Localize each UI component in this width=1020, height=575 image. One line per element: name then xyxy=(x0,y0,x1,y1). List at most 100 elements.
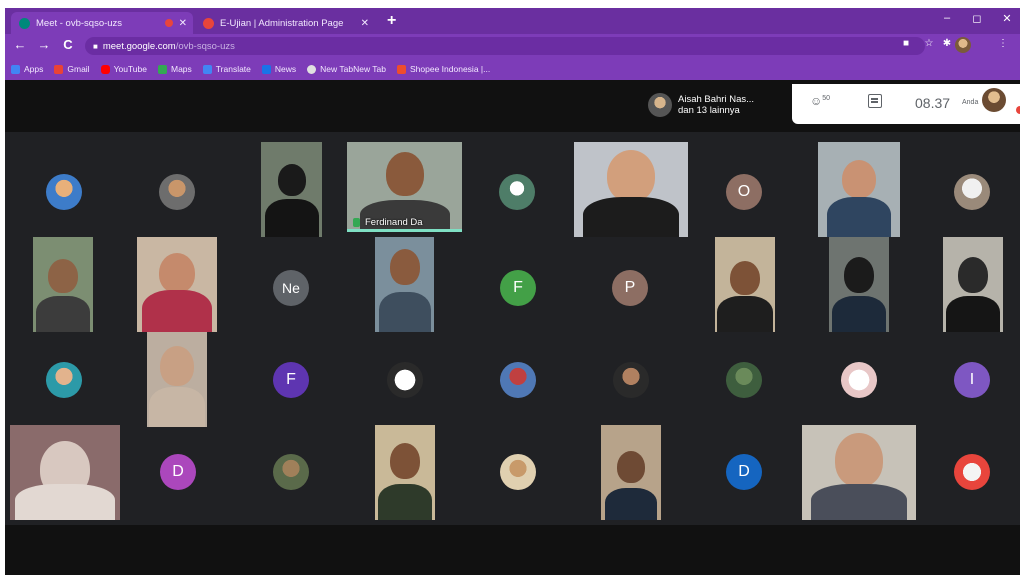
participant-avatar[interactable] xyxy=(954,454,990,490)
meet-stage: Aisah Bahri Nas... dan 13 lainnya ☺50 08… xyxy=(5,80,1020,575)
bookmark-gmail[interactable]: Gmail xyxy=(54,64,90,74)
tab-strip: Meet - ovb-sqso-uzs ✕ E-Ujian | Administ… xyxy=(5,8,1020,34)
participant-avatar[interactable] xyxy=(46,362,82,398)
browser-window: Meet - ovb-sqso-uzs ✕ E-Ujian | Administ… xyxy=(5,8,1020,575)
alert-dot-icon xyxy=(1016,106,1020,114)
bookmark-news[interactable]: News xyxy=(261,64,297,74)
participant-avatar[interactable] xyxy=(273,454,309,490)
participant-avatar[interactable] xyxy=(499,174,535,210)
participant-video[interactable] xyxy=(137,237,217,332)
participant-avatar[interactable] xyxy=(841,362,877,398)
notification-avatar xyxy=(648,93,672,117)
lock-icon: ■ xyxy=(93,41,98,51)
participant-avatar[interactable] xyxy=(500,454,536,490)
bookmark-new-tab[interactable]: New TabNew Tab xyxy=(307,64,386,74)
youtube-icon xyxy=(100,64,110,74)
participant-avatar[interactable] xyxy=(500,362,536,398)
participant-video[interactable] xyxy=(601,425,661,520)
news-icon xyxy=(261,64,271,74)
recording-dot-icon xyxy=(165,19,173,27)
self-avatar[interactable] xyxy=(982,88,1006,112)
apps-grid-icon xyxy=(11,64,20,74)
meeting-time: 08.37 xyxy=(915,95,951,111)
maximize-button[interactable]: ◻ xyxy=(965,12,989,25)
notification-subtitle: dan 13 lainnya xyxy=(678,105,740,116)
participant-video[interactable] xyxy=(715,237,775,332)
participant-avatar[interactable] xyxy=(46,174,82,210)
bookmark-apps[interactable]: Apps xyxy=(11,64,43,74)
bookmark-label: YouTube xyxy=(113,64,147,74)
participant-video[interactable] xyxy=(829,237,889,332)
tab-e-ujian[interactable]: E-Ujian | Administration Page ✕ xyxy=(195,12,375,34)
new-tab-button[interactable]: + xyxy=(387,12,396,30)
active-speaker-video[interactable]: Ferdinand Da xyxy=(347,142,462,232)
close-tab-icon[interactable]: ✕ xyxy=(179,18,187,29)
participant-video[interactable] xyxy=(818,142,900,237)
participant-video[interactable] xyxy=(375,237,434,332)
participant-video[interactable] xyxy=(33,237,93,332)
bookmarks-bar: Apps Gmail YouTube Maps Translate News N… xyxy=(5,58,1020,80)
participant-avatar-letter[interactable]: F xyxy=(500,270,536,306)
bookmark-star-icon[interactable]: ☆ xyxy=(921,38,937,49)
participant-avatar[interactable] xyxy=(159,174,195,210)
tab-meet[interactable]: Meet - ovb-sqso-uzs ✕ xyxy=(11,12,193,34)
chat-icon[interactable] xyxy=(868,94,882,108)
people-button[interactable]: ☺50 xyxy=(810,94,830,108)
close-tab-icon[interactable]: ✕ xyxy=(361,18,369,29)
participant-avatar[interactable] xyxy=(613,362,649,398)
bookmark-maps[interactable]: Maps xyxy=(157,64,192,74)
bookmark-label: Maps xyxy=(170,64,192,74)
gmail-icon xyxy=(54,64,64,74)
participant-avatar-letter[interactable]: F xyxy=(273,362,309,398)
bookmark-label: News xyxy=(274,64,297,74)
speaking-indicator xyxy=(347,229,462,232)
participant-video[interactable] xyxy=(574,142,688,237)
maps-icon xyxy=(157,64,167,74)
reload-icon[interactable]: C xyxy=(59,37,77,52)
camera-indicator-icon[interactable]: ■ xyxy=(898,38,914,49)
participant-avatar-letter[interactable]: D xyxy=(726,454,762,490)
bookmark-label: Translate xyxy=(215,64,251,74)
meet-bottom-bar xyxy=(5,525,1020,575)
minimize-button[interactable]: – xyxy=(935,12,959,24)
e-ujian-favicon-icon xyxy=(203,17,214,29)
participant-video[interactable] xyxy=(10,425,120,520)
bookmark-label: Gmail xyxy=(67,64,90,74)
participant-avatar-letter[interactable]: O xyxy=(726,174,762,210)
speaking-mic-icon xyxy=(353,218,360,227)
bookmark-youtube[interactable]: YouTube xyxy=(100,64,147,74)
shopee-icon xyxy=(397,64,407,74)
bookmark-translate[interactable]: Translate xyxy=(202,64,251,74)
forward-icon[interactable]: → xyxy=(35,37,53,52)
translate-icon xyxy=(202,64,212,74)
participant-avatar-letter[interactable]: I xyxy=(954,362,990,398)
participant-video[interactable] xyxy=(261,142,322,237)
speaker-name-tag: Ferdinand Da xyxy=(353,217,423,228)
participant-avatar-letter[interactable]: Ne xyxy=(273,270,309,306)
url-path: /ovb-sqso-uzs xyxy=(175,40,235,52)
participant-video[interactable] xyxy=(375,425,435,520)
notification-name: Aisah Bahri Nas... xyxy=(678,94,755,105)
bookmark-label: Apps xyxy=(24,64,44,74)
globe-icon xyxy=(307,64,317,74)
participant-avatar-letter[interactable]: P xyxy=(612,270,648,306)
participant-video[interactable] xyxy=(802,425,916,520)
address-bar[interactable]: ■ meet.google.com/ovb-sqso-uzs xyxy=(85,37,925,55)
profile-avatar[interactable] xyxy=(955,37,971,53)
extensions-icon[interactable]: ✱ xyxy=(939,38,955,49)
people-count: 50 xyxy=(822,95,831,102)
participant-video[interactable] xyxy=(943,237,1003,332)
toolbar: ← → C ■ meet.google.com/ovb-sqso-uzs ■ ☆… xyxy=(5,34,1020,58)
participant-avatar[interactable] xyxy=(387,362,423,398)
bookmark-shopee[interactable]: Shopee Indonesia |... xyxy=(397,64,490,74)
participant-avatar[interactable] xyxy=(954,174,990,210)
participant-avatar-letter[interactable]: D xyxy=(160,454,196,490)
tab-title: E-Ujian | Administration Page xyxy=(220,17,344,29)
meeting-details-bar: ☺50 08.37 Anda xyxy=(792,84,1020,124)
participant-video[interactable] xyxy=(147,332,207,427)
people-icon: ☺ xyxy=(810,94,823,108)
back-icon[interactable]: ← xyxy=(11,37,29,52)
close-window-button[interactable]: ✕ xyxy=(995,12,1019,25)
participant-avatar[interactable] xyxy=(726,362,762,398)
menu-kebab-icon[interactable]: ⋮ xyxy=(995,38,1011,49)
